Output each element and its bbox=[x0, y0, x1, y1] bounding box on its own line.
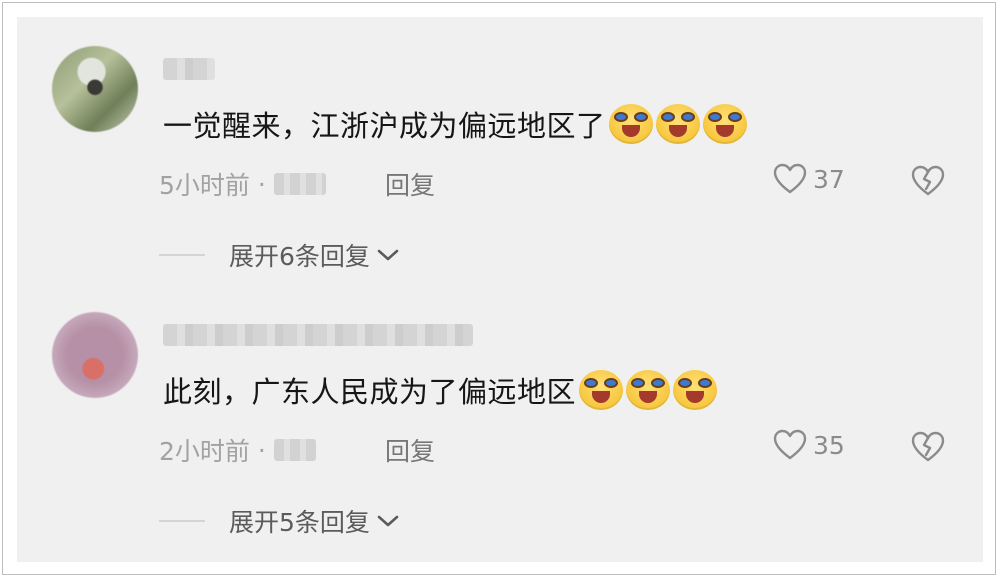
heart-outline-icon bbox=[773, 163, 807, 194]
divider-line bbox=[159, 520, 205, 522]
comment-time: 2小时前 bbox=[159, 437, 250, 466]
comment-meta: 2小时前 · bbox=[159, 432, 316, 468]
crying-laughing-emoji bbox=[673, 370, 718, 410]
crying-laughing-emoji bbox=[626, 370, 671, 410]
expand-replies-button[interactable]: 展开5条回复 bbox=[159, 503, 400, 539]
divider-line bbox=[159, 254, 205, 256]
location-blurred bbox=[273, 439, 316, 461]
username-blurred[interactable] bbox=[163, 324, 473, 346]
location-blurred bbox=[273, 173, 326, 195]
crying-laughing-emoji bbox=[702, 104, 747, 144]
heart-outline-icon bbox=[773, 429, 807, 460]
username-blurred[interactable] bbox=[163, 58, 215, 80]
like-count: 35 bbox=[813, 430, 845, 460]
like-count: 37 bbox=[813, 164, 845, 194]
comment-text: 一觉醒来，江浙沪成为偏远地区了 bbox=[163, 109, 606, 143]
avatar[interactable] bbox=[52, 46, 138, 132]
dislike-button[interactable] bbox=[911, 165, 945, 201]
comment-item: 此刻，广东人民成为了偏远地区 2小时前 · 回复 35 展开5条回复 bbox=[17, 283, 983, 543]
comment-list: 一觉醒来，江浙沪成为偏远地区了 5小时前 · 回复 37 展开6条回复 此刻，广… bbox=[17, 17, 983, 562]
comment-item: 一觉醒来，江浙沪成为偏远地区了 5小时前 · 回复 37 展开6条回复 bbox=[17, 17, 983, 277]
dislike-button[interactable] bbox=[911, 431, 945, 467]
chevron-down-icon bbox=[377, 249, 399, 261]
crying-laughing-emoji bbox=[655, 104, 700, 144]
broken-heart-icon bbox=[911, 431, 945, 462]
comment-content: 一觉醒来，江浙沪成为偏远地区了 bbox=[163, 103, 747, 145]
expand-replies-button[interactable]: 展开6条回复 bbox=[159, 237, 400, 273]
reply-button[interactable]: 回复 bbox=[385, 166, 435, 202]
comment-time: 5小时前 bbox=[159, 171, 250, 200]
broken-heart-icon bbox=[911, 165, 945, 196]
comment-text: 此刻，广东人民成为了偏远地区 bbox=[163, 375, 577, 409]
expand-replies-label: 展开6条回复 bbox=[229, 242, 370, 271]
separator-dot: · bbox=[257, 435, 266, 465]
avatar[interactable] bbox=[52, 312, 138, 398]
chevron-down-icon bbox=[377, 515, 399, 527]
reply-button[interactable]: 回复 bbox=[385, 432, 435, 468]
comment-content: 此刻，广东人民成为了偏远地区 bbox=[163, 369, 718, 411]
like-button[interactable]: 37 bbox=[773, 163, 845, 195]
separator-dot: · bbox=[257, 169, 266, 199]
crying-laughing-emoji bbox=[608, 104, 653, 144]
comment-meta: 5小时前 · bbox=[159, 166, 326, 202]
crying-laughing-emoji bbox=[579, 370, 624, 410]
expand-replies-label: 展开5条回复 bbox=[229, 508, 370, 537]
like-button[interactable]: 35 bbox=[773, 429, 845, 461]
